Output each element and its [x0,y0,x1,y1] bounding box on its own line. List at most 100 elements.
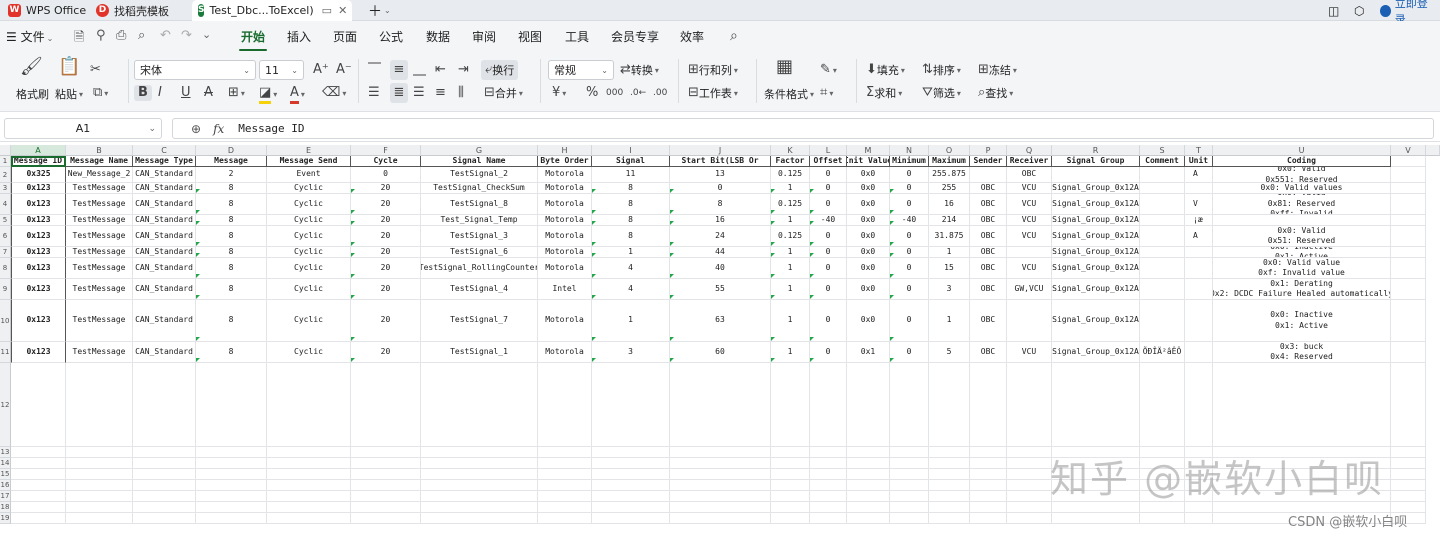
table-cell[interactable] [1391,167,1426,183]
table-cell[interactable]: Motorola [538,247,592,258]
table-cell[interactable]: VCU [1007,258,1052,279]
table-cell[interactable]: 8 [670,194,771,215]
decrease-indent-icon[interactable]: ⇤ [435,62,446,78]
table-cell[interactable] [592,480,670,491]
table-cell[interactable] [133,363,196,447]
header-cell[interactable]: Comment [1140,156,1185,167]
table-cell[interactable] [670,513,771,524]
find-button[interactable]: ⌕ 查找 ▾ [978,85,1013,101]
table-cell[interactable]: Cyclic [267,300,351,342]
italic-icon[interactable]: I [158,85,162,101]
tab-wps-office[interactable]: W WPS Office [2,0,92,21]
table-cell[interactable] [970,502,1007,513]
table-cell[interactable]: 0x123 [11,342,66,363]
table-cell[interactable]: 0 [890,167,929,183]
table-cell[interactable]: 0x123 [11,300,66,342]
table-cell[interactable]: 4 [592,279,670,300]
table-cell[interactable] [538,491,592,502]
table-cell[interactable]: VCU [1007,194,1052,215]
table-cell[interactable]: 40 [670,258,771,279]
table-cell[interactable] [810,458,847,469]
table-cell[interactable]: OBC [970,342,1007,363]
fx-icon[interactable]: fx [213,122,224,136]
table-cell[interactable] [810,447,847,458]
table-cell[interactable]: 0 [810,194,847,215]
table-cell[interactable] [133,491,196,502]
table-cell[interactable] [592,502,670,513]
increase-decimal-icon[interactable]: .0← [630,85,646,101]
table-cell[interactable]: Cyclic [267,194,351,215]
header-cell[interactable]: Signal [592,156,670,167]
cond-format-icon[interactable]: ▦ [776,58,793,76]
table-cell[interactable]: 3 [592,342,670,363]
table-cell[interactable]: 8 [592,226,670,247]
table-cell[interactable] [1391,469,1426,480]
table-cell[interactable] [1052,513,1140,524]
table-cell[interactable]: VCU [1007,342,1052,363]
table-cell[interactable] [1391,156,1426,167]
table-cell[interactable] [929,469,970,480]
table-cell[interactable]: V [1185,194,1213,215]
header-cell[interactable]: Signal Name [421,156,538,167]
formula-input[interactable]: ⊕ fx Message ID [172,118,1434,139]
table-cell[interactable] [771,513,810,524]
table-cell[interactable] [196,469,267,480]
row-header-6[interactable]: 6 [0,226,11,247]
table-cell[interactable]: Signal_Group_0x12A [1052,258,1140,279]
table-cell[interactable] [351,513,421,524]
table-cell[interactable] [133,513,196,524]
table-cell[interactable] [929,447,970,458]
table-cell[interactable] [1185,342,1213,363]
table-cell[interactable]: TestMessage [66,342,133,363]
table-cell[interactable] [351,480,421,491]
link-icon[interactable]: ⚲ [96,28,106,43]
row-header-14[interactable]: 14 [0,458,11,469]
table-cell[interactable]: 0x0 [847,300,890,342]
table-cell[interactable]: 0 [810,247,847,258]
table-cell[interactable] [847,469,890,480]
table-cell[interactable]: TestSignal_7 [421,300,538,342]
table-cell[interactable]: TestSignal_6 [421,247,538,258]
table-cell[interactable] [66,502,133,513]
column-header-p[interactable]: P [970,145,1007,156]
table-cell[interactable] [11,447,66,458]
table-cell[interactable] [351,502,421,513]
menu-formula[interactable]: 公式 [379,28,403,45]
table-cell[interactable] [351,363,421,447]
table-cell[interactable]: 0 [890,194,929,215]
table-cell[interactable] [351,491,421,502]
table-cell[interactable] [970,469,1007,480]
table-cell[interactable] [1140,363,1185,447]
table-cell[interactable] [771,458,810,469]
table-cell[interactable]: CAN_Standard [133,300,196,342]
table-cell[interactable]: CAN_Standard [133,247,196,258]
menu-member[interactable]: 会员专享 [611,28,659,45]
table-cell[interactable]: 4 [592,258,670,279]
table-cell[interactable] [11,480,66,491]
menu-tools[interactable]: 工具 [565,28,589,45]
table-cell[interactable]: 8 [592,215,670,226]
table-cell[interactable] [592,469,670,480]
row-header-10[interactable]: 10 [0,300,11,342]
table-cell[interactable] [196,458,267,469]
table-cell[interactable] [929,513,970,524]
table-cell[interactable] [1140,247,1185,258]
table-cell[interactable]: Signal_Group_0x12A [1052,183,1140,194]
table-cell[interactable] [196,447,267,458]
table-cell[interactable]: 0x0: Reserved 0x1: Init 0x2: standby 0x3… [1213,342,1391,363]
table-cell[interactable]: 0x0: No error 0x1: Derating 0x2: DCDC Fa… [1213,279,1391,300]
row-header-3[interactable]: 3 [0,183,11,194]
table-cell[interactable]: 0x123 [11,258,66,279]
table-cell[interactable]: 0x123 [11,194,66,215]
table-cell[interactable]: 0 [890,300,929,342]
table-cell[interactable]: TestMessage [66,226,133,247]
table-cell[interactable] [1007,480,1052,491]
table-cell[interactable]: Signal_Group_0x12A [1052,226,1140,247]
table-cell[interactable] [890,513,929,524]
header-cell[interactable]: Sender [970,156,1007,167]
table-cell[interactable]: 0.125 [771,226,810,247]
table-cell[interactable] [592,491,670,502]
table-cell[interactable] [1185,363,1213,447]
table-cell[interactable]: CAN_Standard [133,183,196,194]
header-cell[interactable]: Factor [771,156,810,167]
